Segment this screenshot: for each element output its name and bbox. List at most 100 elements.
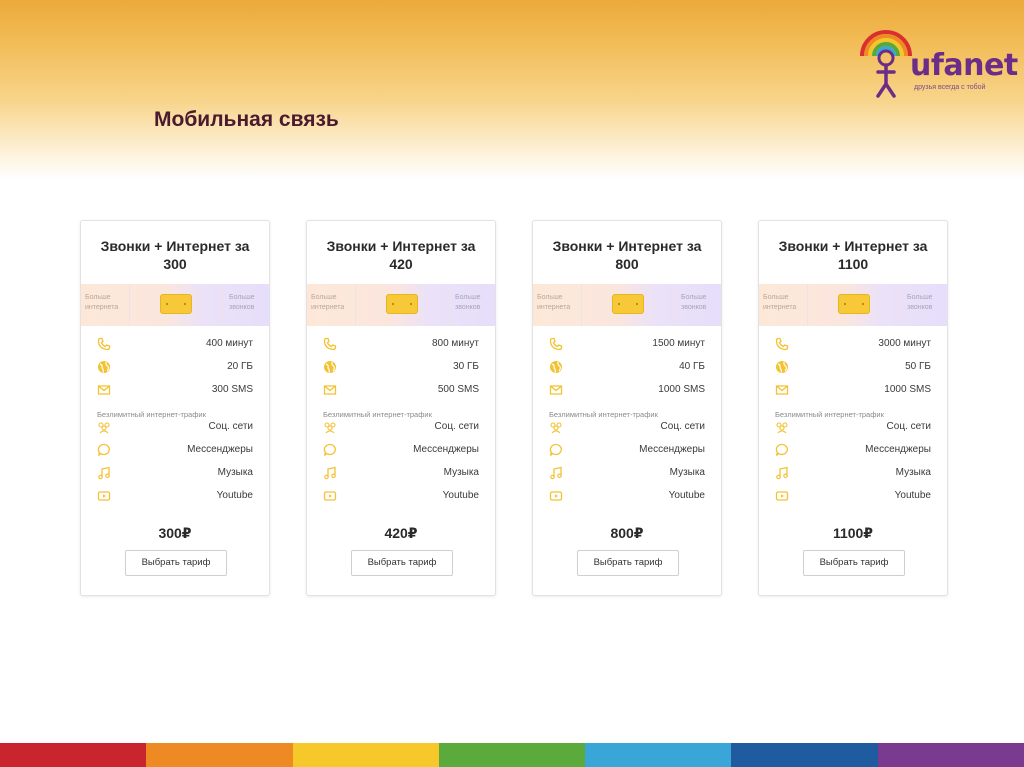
social-value: Соц. сети	[208, 421, 253, 432]
minutes-value: 1500 минут	[652, 338, 705, 349]
feature-minutes: 3000 минут	[775, 337, 931, 351]
logo-wordmark: ufanet	[910, 48, 1018, 83]
feature-minutes: 400 минут	[97, 337, 253, 351]
data-value: 50 ГБ	[905, 361, 931, 372]
slider-divider	[129, 284, 130, 326]
rainbow-segment	[292, 743, 439, 767]
chat-icon	[323, 443, 336, 456]
social-icon	[324, 422, 336, 434]
feature-youtube: Youtube	[549, 489, 705, 503]
tariff-slider[interactable]: Больше интернета Больше звонков	[759, 284, 947, 326]
unlimited-traffic-label: Безлимитный интернет-трафик	[549, 410, 658, 419]
feature-sms: 500 SMS	[323, 383, 479, 397]
youtube-value: Youtube	[894, 490, 931, 501]
tariff-card: Звонки + Интернет за 420 Больше интернет…	[306, 220, 496, 596]
social-value: Соц. сети	[434, 421, 479, 432]
tariff-price: 300₽	[158, 525, 192, 541]
feature-youtube: Youtube	[323, 489, 479, 503]
music-icon	[776, 466, 788, 480]
data-value: 20 ГБ	[227, 361, 253, 372]
tariff-price: 1100₽	[832, 525, 874, 541]
feature-messengers: Мессенджеры	[549, 443, 705, 457]
youtube-value: Youtube	[668, 490, 705, 501]
social-value: Соц. сети	[660, 421, 705, 432]
feature-messengers: Мессенджеры	[323, 443, 479, 457]
globe-icon	[550, 361, 562, 373]
feature-social: Соц. сети	[97, 420, 253, 434]
slider-handle[interactable]	[386, 294, 418, 314]
tariff-panel: Звонки + Интернет за 300 Больше интернет…	[76, 214, 966, 606]
data-value: 30 ГБ	[453, 361, 479, 372]
youtube-value: Youtube	[442, 490, 479, 501]
slider-label-more-internet: Больше интернета	[85, 294, 119, 311]
choose-tariff-button[interactable]: Выбрать тариф	[803, 550, 905, 576]
messengers-value: Мессенджеры	[865, 444, 931, 455]
globe-icon	[98, 361, 110, 373]
tariff-slider[interactable]: Больше интернета Больше звонков	[307, 284, 495, 326]
tariff-slider[interactable]: Больше интернета Больше звонков	[533, 284, 721, 326]
globe-icon	[324, 361, 336, 373]
sms-value: 500 SMS	[437, 384, 479, 395]
tariff-price: 420₽	[384, 525, 418, 541]
globe-icon	[776, 361, 788, 373]
feature-minutes: 800 минут	[323, 337, 479, 351]
music-value: Музыка	[669, 467, 705, 478]
feature-music: Музыка	[549, 466, 705, 480]
page-title: Мобильная связь	[154, 108, 339, 131]
social-icon	[98, 422, 110, 434]
rainbow-segment	[0, 743, 147, 767]
slider-label-more-internet: Больше интернета	[311, 294, 345, 311]
slider-handle[interactable]	[612, 294, 644, 314]
slider-divider	[355, 284, 356, 326]
minutes-value: 800 минут	[431, 338, 479, 349]
rainbow-logo-icon	[860, 30, 912, 98]
slider-label-more-calls: Больше звонков	[229, 294, 255, 311]
ufanet-logo: ufanet друзья всегда с тобой	[856, 26, 1018, 102]
slider-handle[interactable]	[160, 294, 192, 314]
feature-data: 40 ГБ	[549, 360, 705, 374]
rainbow-segment	[731, 743, 878, 767]
feature-social: Соц. сети	[549, 420, 705, 434]
slider-label-more-calls: Больше звонков	[681, 294, 707, 311]
youtube-icon	[97, 491, 111, 501]
choose-tariff-button[interactable]: Выбрать тариф	[351, 550, 453, 576]
chat-icon	[549, 443, 562, 456]
rainbow-segment	[877, 743, 1024, 767]
phone-icon	[775, 337, 789, 351]
unlimited-traffic-label: Безлимитный интернет-трафик	[323, 410, 432, 419]
feature-social: Соц. сети	[323, 420, 479, 434]
mail-icon	[97, 385, 111, 395]
data-value: 40 ГБ	[679, 361, 705, 372]
mail-icon	[775, 385, 789, 395]
tariff-slider[interactable]: Больше интернета Больше звонков	[81, 284, 269, 326]
slider-divider	[581, 284, 582, 326]
slider-divider	[223, 284, 224, 326]
tariff-card: Звонки + Интернет за 800 Больше интернет…	[532, 220, 722, 596]
feature-sms: 1000 SMS	[775, 383, 931, 397]
feature-music: Музыка	[775, 466, 931, 480]
feature-music: Музыка	[323, 466, 479, 480]
feature-music: Музыка	[97, 466, 253, 480]
slider-handle[interactable]	[838, 294, 870, 314]
choose-tariff-button[interactable]: Выбрать тариф	[125, 550, 227, 576]
rainbow-footer-bar	[0, 743, 1024, 767]
slider-divider	[901, 284, 902, 326]
unlimited-traffic-label: Безлимитный интернет-трафик	[775, 410, 884, 419]
unlimited-traffic-label: Безлимитный интернет-трафик	[97, 410, 206, 419]
youtube-icon	[775, 491, 789, 501]
slide-background: ufanet друзья всегда с тобой Мобильная с…	[0, 0, 1024, 767]
rainbow-segment	[146, 743, 293, 767]
minutes-value: 400 минут	[205, 338, 253, 349]
tariff-price: 800₽	[610, 525, 644, 541]
social-icon	[550, 422, 562, 434]
sms-value: 300 SMS	[211, 384, 253, 395]
slider-divider	[675, 284, 676, 326]
slider-label-more-internet: Больше интернета	[537, 294, 571, 311]
feature-social: Соц. сети	[775, 420, 931, 434]
mail-icon	[323, 385, 337, 395]
messengers-value: Мессенджеры	[187, 444, 253, 455]
music-value: Музыка	[443, 467, 479, 478]
feature-sms: 300 SMS	[97, 383, 253, 397]
rainbow-segment	[438, 743, 586, 767]
choose-tariff-button[interactable]: Выбрать тариф	[577, 550, 679, 576]
